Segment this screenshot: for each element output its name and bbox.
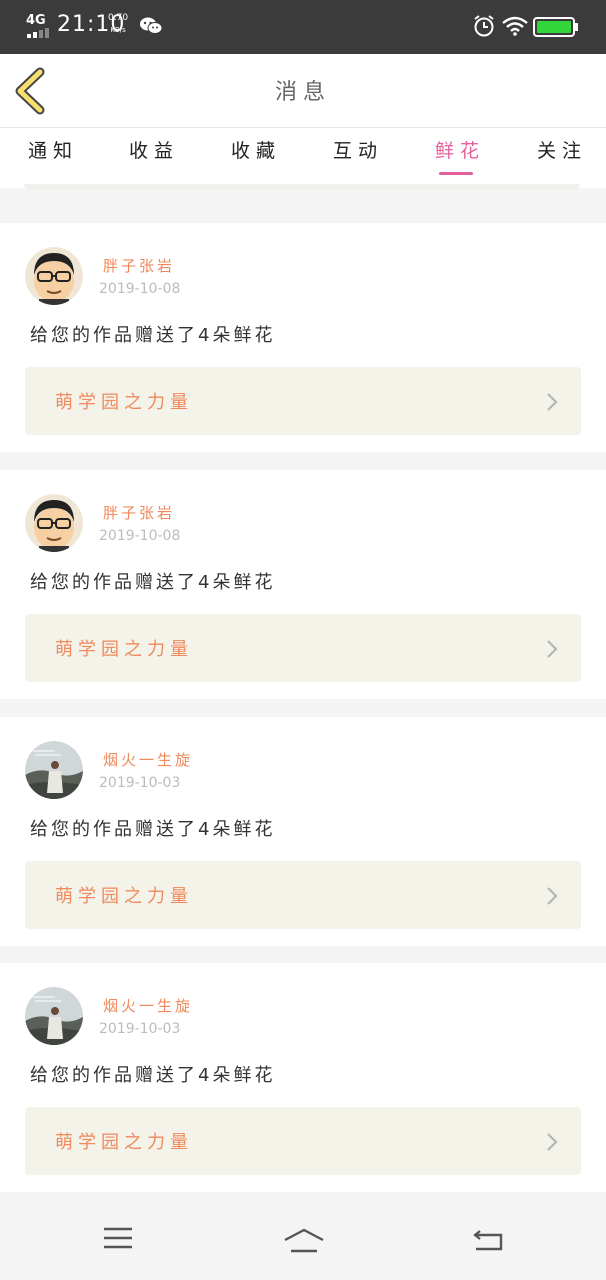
tab-flowers[interactable]: 鲜花: [435, 136, 485, 163]
home-icon[interactable]: [283, 1228, 325, 1254]
alarm-icon: [474, 15, 494, 37]
tab-bar-shadow: [24, 184, 580, 190]
chevron-right-icon: [547, 393, 558, 411]
cartoon-man-avatar-icon: [25, 247, 83, 305]
wechat-icon: [140, 17, 162, 34]
work-link[interactable]: 萌学园之力量: [25, 367, 581, 435]
wifi-icon: [502, 16, 528, 36]
message-card: 胖子张岩 2019-10-08 给您的作品赠送了4朵鲜花 萌学园之力量: [0, 223, 606, 452]
username[interactable]: 胖子张岩: [103, 255, 175, 276]
active-tab-indicator: [439, 172, 473, 175]
work-title: 萌学园之力量: [55, 1132, 193, 1153]
message-date: 2019-10-03: [99, 1021, 181, 1037]
work-link[interactable]: 萌学园之力量: [25, 614, 581, 682]
message-date: 2019-10-03: [99, 775, 181, 791]
back-icon[interactable]: [472, 1229, 504, 1251]
network-speed: 0.70 KB/s: [108, 12, 128, 36]
avatar[interactable]: [25, 741, 83, 799]
photo-woman-avatar-icon: [25, 741, 83, 799]
username[interactable]: 胖子张岩: [103, 502, 175, 523]
tab-bar: 通知 收益 收藏 互动 鲜花 关注: [0, 128, 606, 188]
avatar[interactable]: [25, 247, 83, 305]
username[interactable]: 烟火一生旋: [103, 749, 193, 770]
speed-value: 0.70: [108, 13, 129, 23]
work-title: 萌学园之力量: [55, 639, 193, 660]
network-type: 4G: [26, 13, 46, 28]
message-text: 给您的作品赠送了4朵鲜花: [30, 819, 276, 840]
username[interactable]: 烟火一生旋: [103, 995, 193, 1016]
speed-unit: KB/s: [110, 26, 126, 34]
tab-earnings[interactable]: 收益: [129, 136, 179, 163]
avatar[interactable]: [25, 494, 83, 552]
cartoon-man-avatar-icon: [25, 494, 83, 552]
menu-icon[interactable]: [103, 1226, 133, 1250]
chevron-right-icon: [547, 1133, 558, 1151]
tab-follows[interactable]: 关注: [537, 136, 587, 163]
work-title: 萌学园之力量: [55, 392, 193, 413]
tab-interactions[interactable]: 互动: [333, 136, 383, 163]
status-bar: 4G 21:10 0.70 KB/s: [0, 0, 606, 54]
message-date: 2019-10-08: [99, 281, 181, 297]
message-text: 给您的作品赠送了4朵鲜花: [30, 325, 276, 346]
avatar[interactable]: [25, 987, 83, 1045]
app-header: 消息: [0, 54, 606, 128]
message-date: 2019-10-08: [99, 528, 181, 544]
photo-woman-avatar-icon: [25, 987, 83, 1045]
work-link[interactable]: 萌学园之力量: [25, 1107, 581, 1175]
page-title: 消息: [274, 80, 331, 105]
battery-icon: [533, 17, 578, 37]
chevron-right-icon: [547, 640, 558, 658]
message-text: 给您的作品赠送了4朵鲜花: [30, 572, 276, 593]
chevron-right-icon: [547, 887, 558, 905]
tab-favorites[interactable]: 收藏: [231, 136, 281, 163]
work-title: 萌学园之力量: [55, 886, 193, 907]
system-nav-bar: [0, 1196, 606, 1280]
message-card: 胖子张岩 2019-10-08 给您的作品赠送了4朵鲜花 萌学园之力量: [0, 470, 606, 699]
message-card: 烟火一生旋 2019-10-03 给您的作品赠送了4朵鲜花 萌学园之力量: [0, 717, 606, 946]
work-link[interactable]: 萌学园之力量: [25, 861, 581, 929]
message-text: 给您的作品赠送了4朵鲜花: [30, 1065, 276, 1086]
signal-icon: [27, 28, 49, 38]
message-card: 烟火一生旋 2019-10-03 给您的作品赠送了4朵鲜花 萌学园之力量: [0, 963, 606, 1192]
tab-notifications[interactable]: 通知: [28, 136, 78, 163]
